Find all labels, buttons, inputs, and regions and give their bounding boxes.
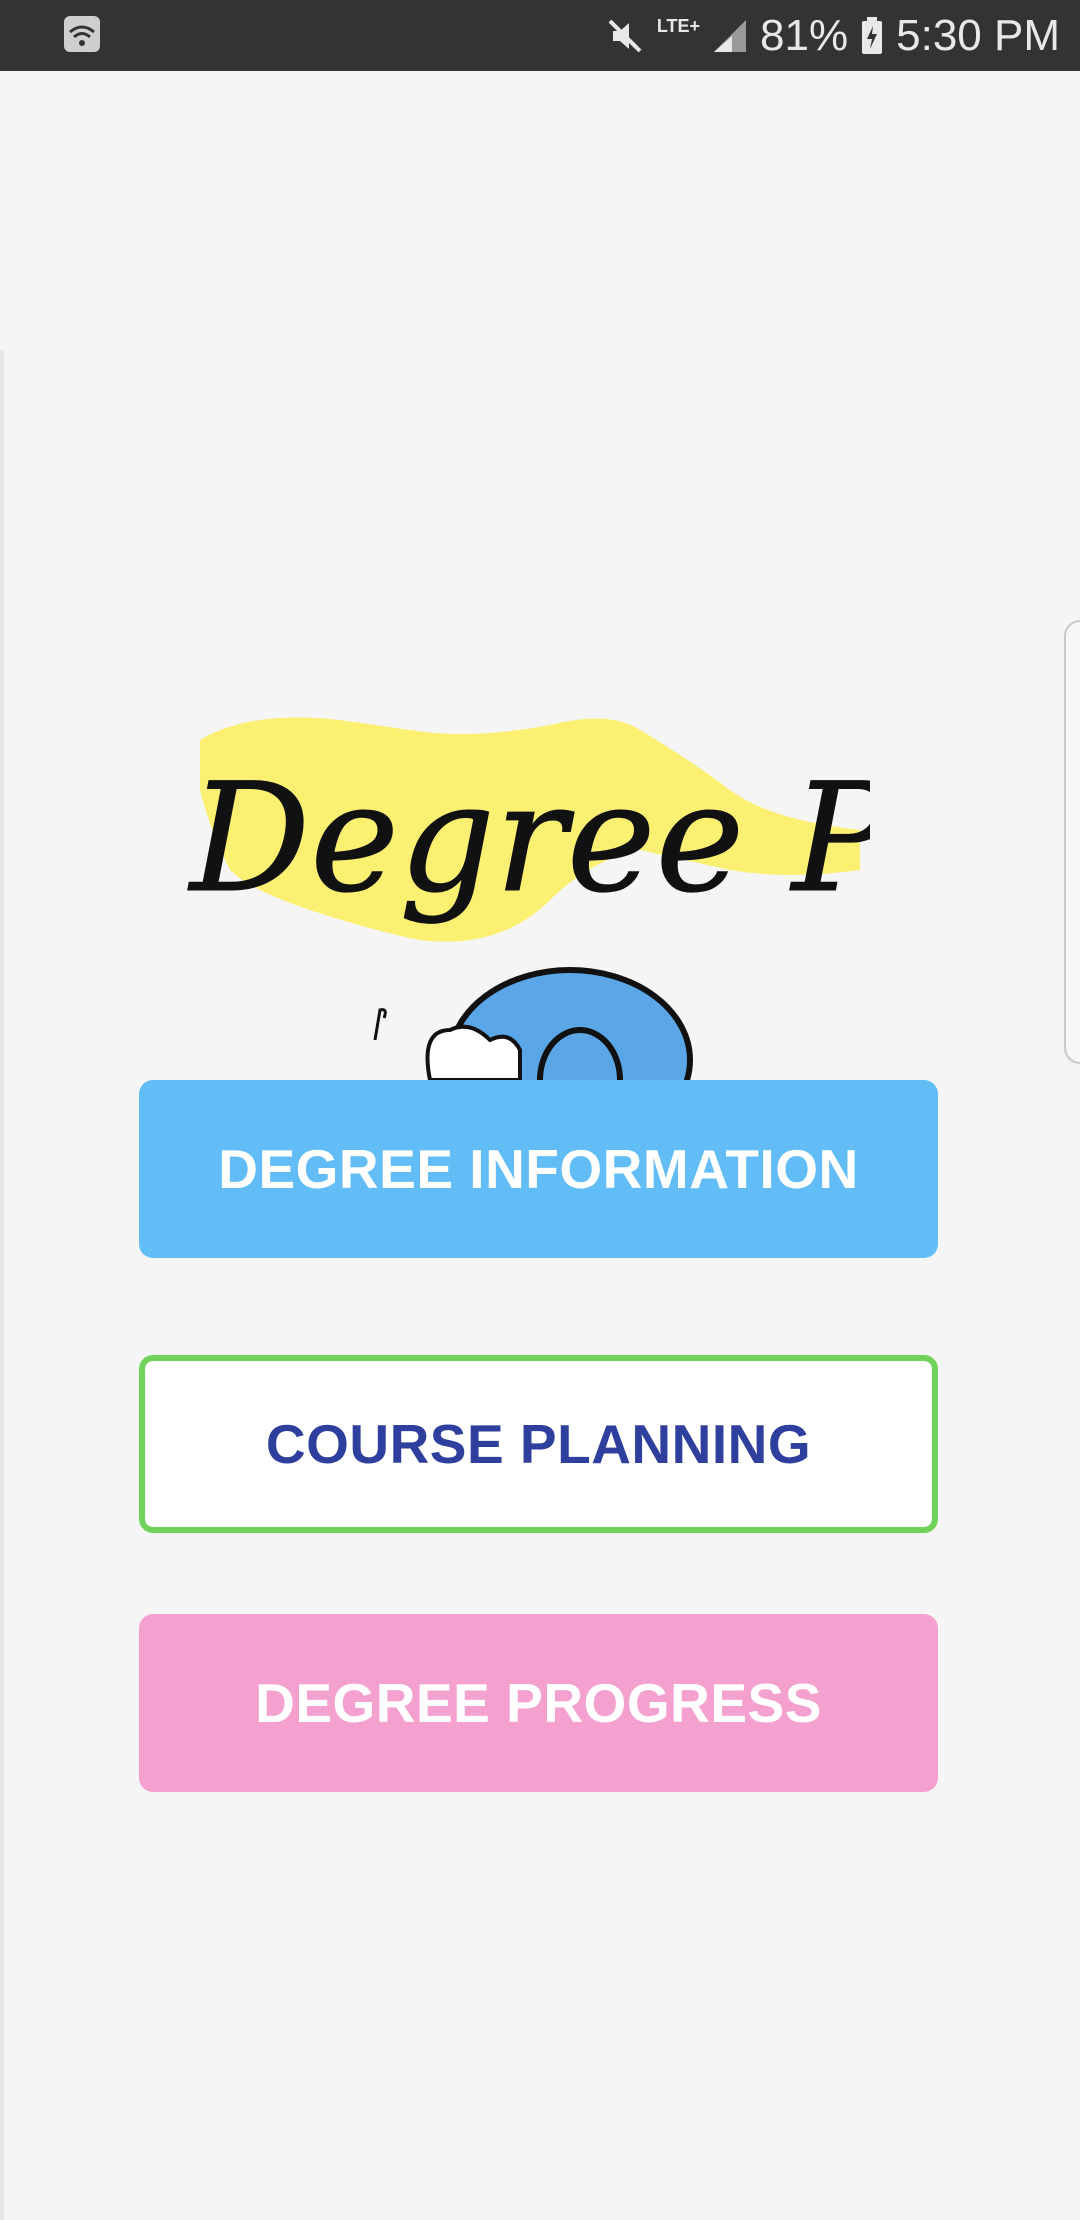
signal-icon <box>712 18 748 54</box>
clock-time: 5:30 PM <box>896 10 1060 60</box>
page-edge <box>0 350 4 2220</box>
battery-charging-icon <box>860 16 884 56</box>
degree-information-label: DEGREE INFORMATION <box>218 1138 859 1200</box>
status-bar: LTE+ 81% 5:30 PM <box>0 0 1080 71</box>
degree-progress-button[interactable]: DEGREE PROGRESS <box>139 1614 938 1792</box>
battery-percent: 81% <box>760 10 849 60</box>
screen: LTE+ 81% 5:30 PM Degree DEGREE INFORMATI… <box>0 0 1080 2220</box>
edge-panel-handle[interactable] <box>1064 620 1080 1064</box>
network-label: LTE+ <box>656 15 701 36</box>
wifi-icon <box>62 14 106 58</box>
logo-text: Degree Planner <box>187 752 870 926</box>
mute-icon <box>605 16 645 56</box>
app-logo: Degree Planner <box>170 700 870 1080</box>
degree-progress-label: DEGREE PROGRESS <box>255 1672 822 1734</box>
degree-information-button[interactable]: DEGREE INFORMATION <box>139 1080 938 1258</box>
course-planning-button[interactable]: COURSE PLANNING <box>139 1355 938 1533</box>
course-planning-label: COURSE PLANNING <box>265 1413 812 1475</box>
status-right: LTE+ 81% 5:30 PM <box>605 0 1060 71</box>
